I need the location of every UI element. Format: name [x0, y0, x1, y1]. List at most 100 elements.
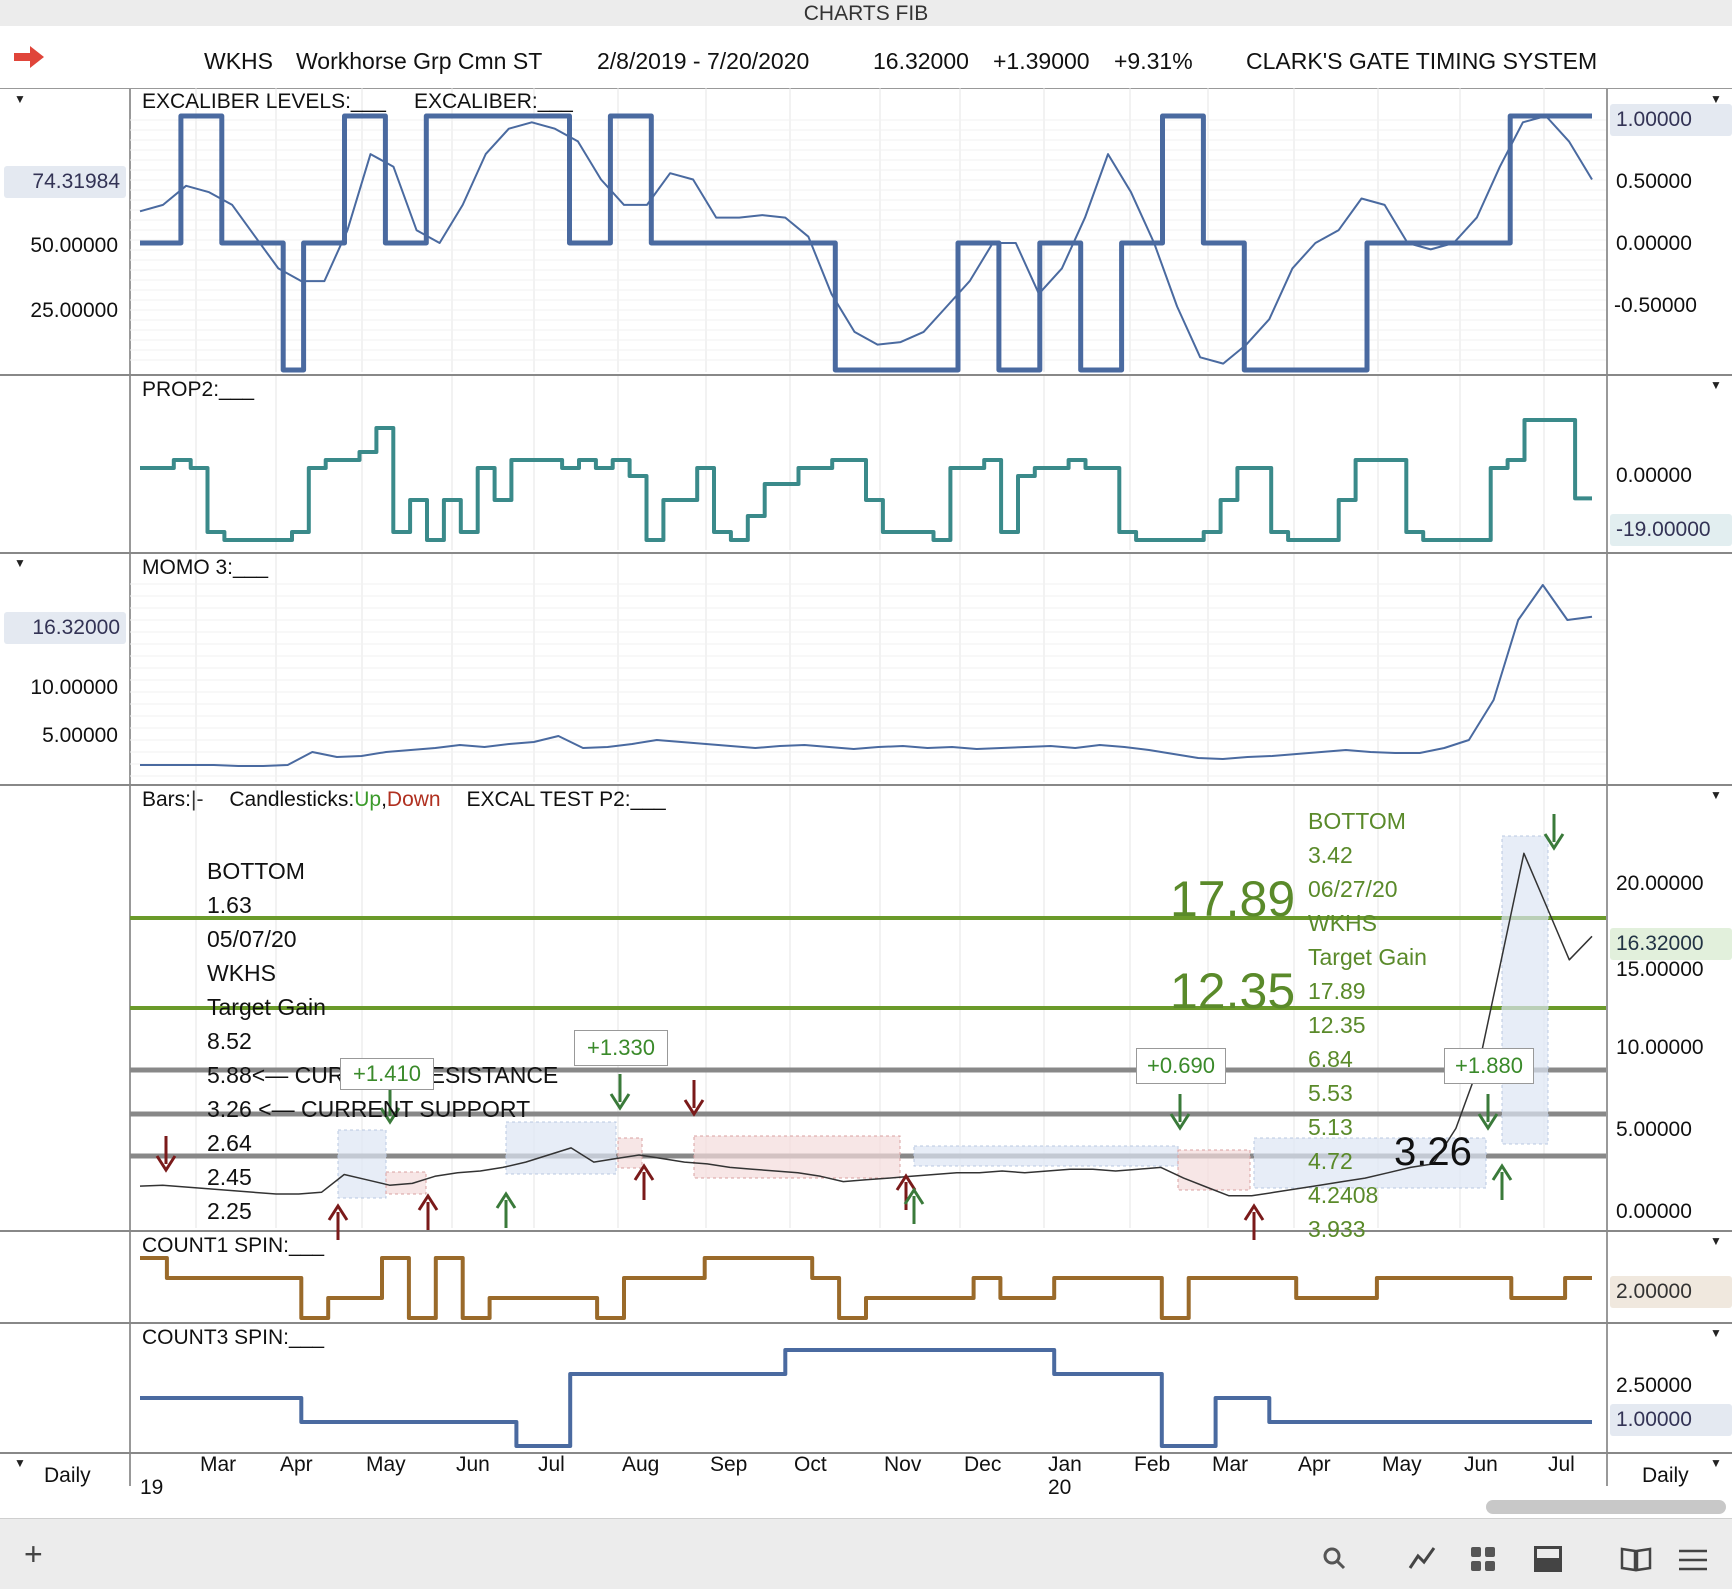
line-chart-icon[interactable] — [1408, 1546, 1436, 1570]
month-label: Apr — [1298, 1453, 1331, 1476]
up-arrow-icon — [417, 1193, 439, 1230]
prop2-label: PROP2:___ — [142, 378, 255, 401]
month-label: Oct — [794, 1453, 827, 1476]
right-annotation-line: 4.72 — [1308, 1148, 1353, 1174]
right-annotation-line: 5.13 — [1308, 1114, 1353, 1140]
big-label-12-35: 12.35 — [1170, 963, 1296, 1019]
up-arrow-icon — [495, 1191, 517, 1228]
month-label: Jul — [1548, 1453, 1575, 1476]
up-arrow-icon — [327, 1203, 349, 1240]
period-left[interactable]: Daily — [44, 1464, 91, 1488]
excaliber-right-tag: 1.00000 — [1610, 104, 1732, 136]
month-label: Nov — [884, 1453, 922, 1476]
right-annotation-line: 12.35 — [1308, 1012, 1366, 1038]
excaliber-left-tick: 25.00000 — [30, 299, 118, 322]
momo3-left-tag: 16.32000 — [4, 612, 126, 644]
series-line-excaliber-levels — [140, 113, 1592, 373]
month-label: May — [366, 1453, 406, 1476]
left-annotation-line: 3.26 <— CURRENT SUPPORT — [207, 1096, 531, 1122]
left-annotation-line: Target Gain — [207, 994, 326, 1020]
month-label: Jun — [456, 1453, 490, 1476]
box-label: +1.880 — [1444, 1048, 1534, 1084]
big-label-17-89: 17.89 — [1170, 871, 1296, 927]
book-icon[interactable] — [1620, 1546, 1652, 1572]
year-label: 20 — [1048, 1476, 1072, 1499]
left-annotation-line: 2.64 — [207, 1130, 252, 1156]
signal-box — [913, 1145, 1179, 1167]
price-right-tick: 10.00000 — [1616, 1036, 1704, 1059]
signal-box — [385, 1171, 427, 1195]
month-label: Aug — [622, 1453, 660, 1476]
prop2-right-tag: -19.00000 — [1610, 514, 1732, 546]
count1-label: COUNT1 SPIN:___ — [142, 1234, 325, 1257]
right-annotation-line: 06/27/20 — [1308, 876, 1398, 902]
excaliber-left-tick: 50.00000 — [30, 234, 118, 257]
period-right[interactable]: Daily — [1642, 1464, 1689, 1488]
month-label: Sep — [710, 1453, 748, 1476]
big-label-3-26: 3.26 — [1394, 1130, 1472, 1174]
left-annotation-line: BOTTOM — [207, 858, 305, 884]
up-arrow-icon — [1243, 1203, 1265, 1240]
down-arrow-icon — [155, 1136, 177, 1173]
price-panel-legend: Bars:|- Candlesticks:Up,Down EXCAL TEST … — [142, 788, 666, 812]
right-annotation-line: 5.53 — [1308, 1080, 1353, 1106]
price-right-tick-partial: 15.00000 — [1616, 958, 1704, 981]
box-label: +0.690 — [1136, 1048, 1226, 1084]
left-annotation-line: 8.52 — [207, 1028, 252, 1054]
momo3-left-tick: 10.00000 — [30, 676, 118, 699]
price-right-tick: 20.00000 — [1616, 872, 1704, 895]
month-label: May — [1382, 1453, 1422, 1476]
right-annotation-line: 17.89 — [1308, 978, 1366, 1004]
month-label: Jun — [1464, 1453, 1498, 1476]
panel-layout-icon[interactable] — [1534, 1546, 1562, 1572]
signal-box — [693, 1135, 901, 1179]
signal-box — [337, 1129, 387, 1199]
right-annotation-line: Target Gain — [1308, 944, 1427, 970]
count1-right-tag: 2.00000 — [1610, 1276, 1732, 1308]
menu-icon[interactable] — [1678, 1548, 1708, 1572]
bars-label: Bars: — [142, 788, 192, 811]
momo3-label: MOMO 3:___ — [142, 556, 269, 579]
box-label: +1.410 — [340, 1058, 434, 1090]
signal-box — [1501, 835, 1549, 1145]
year-label: 19 — [140, 1476, 164, 1499]
excaliber-right-tick: -0.50000 — [1614, 294, 1697, 317]
right-annotation-line: 3.42 — [1308, 842, 1353, 868]
up-arrow-icon — [633, 1163, 655, 1200]
left-annotation-line: 2.25 — [207, 1198, 252, 1224]
series-line-count3-spin — [140, 1348, 1592, 1448]
price-right-tick: 5.00000 — [1616, 1118, 1692, 1141]
up-arrow-icon — [903, 1187, 925, 1224]
excal-test-label: EXCAL TEST P2:___ — [466, 788, 666, 811]
signal-box — [505, 1121, 617, 1175]
down-arrow-icon — [1477, 1094, 1499, 1131]
left-annotation-line: 2.45 — [207, 1164, 252, 1190]
candle-up-label: Up — [354, 788, 382, 811]
box-label: +1.330 — [574, 1030, 668, 1066]
right-annotation-line: WKHS — [1308, 910, 1377, 936]
add-icon[interactable]: + — [24, 1536, 43, 1573]
month-label: Feb — [1134, 1453, 1171, 1476]
left-annotation-line: 1.63 — [207, 892, 252, 918]
down-arrow-icon — [683, 1080, 705, 1117]
bars-symbol: |- — [191, 788, 204, 811]
excaliber-right-tick: 0.00000 — [1616, 232, 1692, 255]
count3-right-tag: 1.00000 — [1610, 1404, 1732, 1436]
momo3-left-tick: 5.00000 — [42, 724, 118, 747]
right-annotation-line: 6.84 — [1308, 1046, 1353, 1072]
price-right-tick: 0.00000 — [1616, 1200, 1692, 1223]
down-arrow-icon — [1169, 1094, 1191, 1131]
series-line-count1-spin — [140, 1256, 1592, 1320]
up-arrow-icon — [1491, 1163, 1513, 1200]
count3-label: COUNT3 SPIN:___ — [142, 1326, 325, 1349]
search-icon[interactable] — [1322, 1546, 1346, 1570]
excaliber-label: EXCALIBER:___ — [414, 90, 573, 113]
excaliber-levels-label: EXCALIBER LEVELS:___ — [142, 90, 386, 113]
candle-down-label: Down — [386, 788, 441, 811]
horizontal-scrollbar[interactable] — [1486, 1500, 1726, 1514]
excaliber-right-tick: 0.50000 — [1616, 170, 1692, 193]
month-label: Apr — [280, 1453, 313, 1476]
month-label: Dec — [964, 1453, 1002, 1476]
grid-layout-icon[interactable] — [1470, 1546, 1496, 1572]
left-annotation-line: WKHS — [207, 960, 276, 986]
